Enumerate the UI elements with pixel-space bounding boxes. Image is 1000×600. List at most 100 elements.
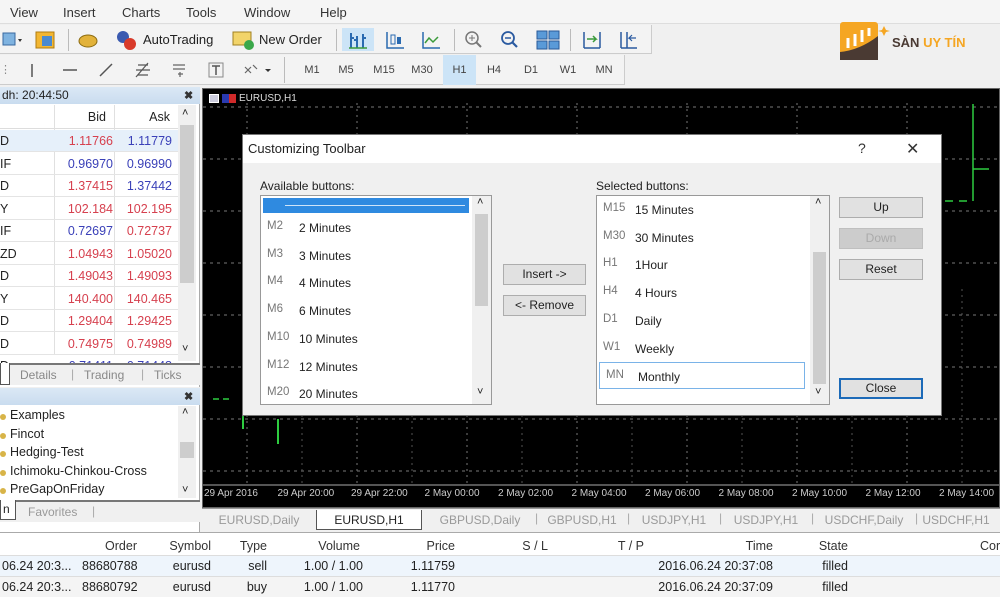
close-icon[interactable]: ✖	[184, 390, 193, 403]
trendline-button[interactable]	[94, 55, 118, 85]
bid-header[interactable]: Bid	[88, 110, 106, 124]
scroll-down-icon[interactable]: ˅	[815, 386, 821, 398]
col-state[interactable]: State	[819, 539, 848, 553]
list-item[interactable]: M2 2 Minutes	[261, 214, 471, 241]
dialog-close-button[interactable]: ✕	[906, 139, 919, 159]
chart-tab[interactable]: USDCHF,H1	[918, 510, 994, 530]
market-watch-row[interactable]: D 1.29404 1.29425	[0, 310, 178, 332]
chart-tab[interactable]: USDCHF,Daily	[814, 510, 914, 530]
market-watch-scrollbar[interactable]: ˄ ˅	[178, 105, 196, 361]
market-watch-row[interactable]: Y 140.400 140.465	[0, 288, 178, 310]
timeframe-MN[interactable]: MN	[588, 55, 620, 85]
bar-chart-button[interactable]	[342, 28, 374, 51]
tab-ticks[interactable]: Ticks	[154, 368, 182, 382]
chart-tab[interactable]: EURUSD,Daily	[206, 510, 312, 530]
navigator-item[interactable]: Hedging-Test	[0, 445, 84, 459]
available-buttons-list[interactable]: M2 2 Minutes M3 3 Minutes M4 4 Minutes M6 6 Min…	[260, 195, 492, 405]
order-row[interactable]: 06.24 20:3... 88680788 eurusd sell 1.00 / 1.…	[0, 555, 1000, 576]
horizontal-line-button[interactable]	[58, 55, 82, 85]
menu-help[interactable]: Help	[320, 5, 347, 20]
menu-view[interactable]: View	[10, 5, 38, 20]
navigator-item[interactable]: PreGapOnFriday	[0, 482, 104, 496]
timeframe-H4[interactable]: H4	[478, 55, 510, 85]
tile-windows-button[interactable]	[534, 28, 562, 51]
scrollbar-thumb[interactable]	[180, 442, 194, 458]
col-sl[interactable]: S / L	[522, 539, 548, 553]
zoom-in-button[interactable]	[460, 28, 488, 51]
market-watch-row[interactable]: D 1.37415 1.37442	[0, 175, 178, 197]
scroll-down-icon[interactable]: ˅	[182, 484, 188, 496]
list-item[interactable]: M6 6 Minutes	[261, 297, 471, 324]
vertical-line-button[interactable]	[22, 55, 42, 85]
menu-charts[interactable]: Charts	[122, 5, 160, 20]
ask-header[interactable]: Ask	[149, 110, 170, 124]
col-symbol[interactable]: Symbol	[169, 539, 211, 553]
timeframe-M30[interactable]: M30	[404, 55, 440, 85]
scroll-up-icon[interactable]: ˄	[182, 107, 188, 119]
remove-button[interactable]: <- Remove	[503, 295, 586, 316]
timeframe-H1[interactable]: H1	[443, 55, 476, 85]
order-row[interactable]: 06.24 20:3... 88680792 eurusd buy 1.00 / 1.0…	[0, 576, 1000, 597]
chart-tab[interactable]: USDJPY,H1	[630, 510, 718, 530]
market-watch-row[interactable]: D 1.11766 1.11779	[0, 130, 178, 152]
menu-window[interactable]: Window	[244, 5, 290, 20]
text-button[interactable]	[204, 55, 228, 85]
list-item[interactable]: MN Monthly	[599, 362, 805, 390]
scroll-down-icon[interactable]: ˅	[182, 343, 188, 355]
chart-tab[interactable]: GBPUSD,Daily	[426, 510, 534, 530]
timeframe-D1[interactable]: D1	[515, 55, 547, 85]
list-item[interactable]: W1 Weekly	[597, 335, 807, 362]
selected-buttons-list[interactable]: M15 15 Minutes M30 30 Minutes H1 1Hour H4 4 Hou…	[596, 195, 830, 405]
market-watch-row[interactable]: D 0.74975 0.74989	[0, 333, 178, 355]
selected-scrollbar[interactable]: ˄ ˅	[810, 196, 829, 404]
market-watch-row[interactable]: D 1.49043 1.49093	[0, 265, 178, 287]
chart-tab[interactable]: USDJPY,H1	[722, 510, 810, 530]
new-order-button[interactable]: New Order	[232, 28, 322, 51]
col-tp[interactable]: T / P	[618, 539, 644, 553]
col-type[interactable]: Type	[240, 539, 267, 553]
arrows-dropdown-button[interactable]	[240, 55, 276, 85]
market-watch-row[interactable]: IF 0.72697 0.72737	[0, 220, 178, 242]
col-time[interactable]: Time	[746, 539, 773, 553]
navigator-item[interactable]: Ichimoku-Chinkou-Cross	[0, 464, 147, 478]
list-item[interactable]: M15 15 Minutes	[597, 196, 807, 223]
fibonacci-button[interactable]	[130, 55, 156, 85]
tab-details[interactable]: Details	[20, 368, 57, 382]
tab-symbols[interactable]	[0, 363, 10, 385]
chart-tab[interactable]: GBPUSD,H1	[538, 510, 626, 530]
tab-favorites[interactable]: Favorites	[28, 505, 77, 519]
tab-common[interactable]: n	[0, 500, 16, 520]
list-item[interactable]: H4 4 Hours	[597, 279, 807, 306]
list-item-separator[interactable]	[263, 198, 469, 213]
help-button[interactable]: ?	[858, 140, 866, 156]
col-price[interactable]: Price	[427, 539, 455, 553]
profiles-button[interactable]	[34, 28, 58, 51]
list-item[interactable]: M3 3 Minutes	[261, 242, 471, 269]
autoscroll-button[interactable]	[614, 28, 642, 51]
scroll-up-icon[interactable]: ˄	[815, 196, 821, 208]
timeframe-W1[interactable]: W1	[552, 55, 584, 85]
navigator-item[interactable]: Examples	[0, 408, 65, 422]
list-item[interactable]: M20 20 Minutes	[261, 380, 471, 407]
market-watch-row[interactable]: Y 102.184 102.195	[0, 198, 178, 220]
menu-insert[interactable]: Insert	[63, 5, 96, 20]
scroll-down-icon[interactable]: ˅	[477, 386, 483, 398]
col-volume[interactable]: Volume	[318, 539, 360, 553]
chart-tab[interactable]: EURUSD,H1	[316, 510, 422, 530]
navigator-scrollbar[interactable]: ˄ ˅	[178, 406, 196, 498]
scrollbar-thumb[interactable]	[180, 125, 194, 283]
market-watch-row[interactable]: IF 0.96970 0.96990	[0, 153, 178, 175]
scroll-up-icon[interactable]: ˄	[182, 406, 188, 418]
timeframe-M1[interactable]: M1	[296, 55, 328, 85]
up-button[interactable]: Up	[839, 197, 923, 218]
new-chart-button[interactable]	[2, 28, 26, 51]
scroll-up-icon[interactable]: ˄	[477, 196, 483, 208]
autotrading-button[interactable]: AutoTrading	[114, 28, 213, 51]
list-item[interactable]: D1 Daily	[597, 307, 807, 334]
col-comment[interactable]: Cor	[980, 539, 1000, 553]
timeframe-M15[interactable]: M15	[366, 55, 402, 85]
reset-button[interactable]: Reset	[839, 259, 923, 280]
navigator-item[interactable]: Fincot	[0, 427, 44, 441]
list-item[interactable]: M10 10 Minutes	[261, 325, 471, 352]
insert-button[interactable]: Insert ->	[503, 264, 586, 285]
